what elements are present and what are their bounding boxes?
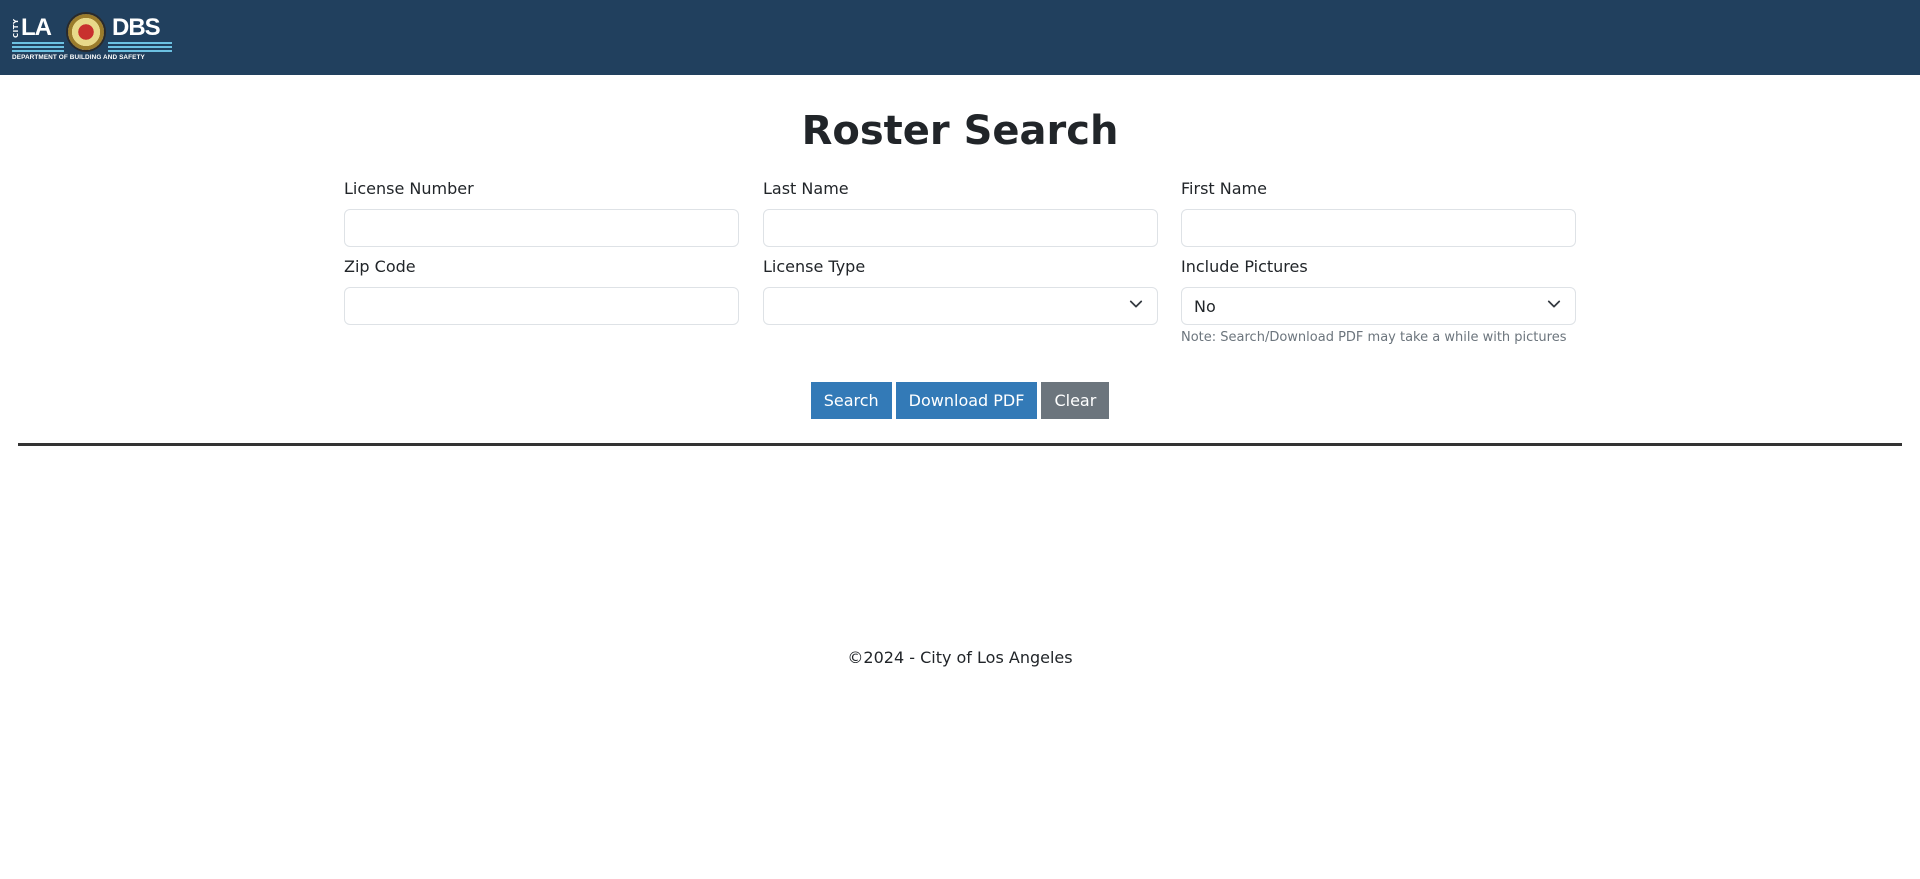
chevron-down-icon bbox=[1547, 300, 1561, 308]
license-number-label: License Number bbox=[344, 179, 474, 198]
download-pdf-button[interactable]: Download PDF bbox=[895, 382, 1038, 419]
page-title: Roster Search bbox=[801, 108, 1119, 154]
logo-la-text: LA bbox=[21, 14, 52, 41]
logo-dbs-text: DBS bbox=[112, 14, 161, 41]
logo-department-text: DEPARTMENT OF BUILDING AND SAFETY bbox=[12, 54, 145, 61]
chevron-down-icon bbox=[1129, 300, 1143, 308]
top-navbar: CITY LA DBS DEPARTMENT OF BUILDING AND S… bbox=[0, 0, 1920, 75]
include-pictures-label: Include Pictures bbox=[1181, 257, 1308, 276]
logo-stripes-right bbox=[108, 42, 172, 52]
zip-code-input[interactable] bbox=[344, 287, 739, 325]
clear-button[interactable]: Clear bbox=[1041, 382, 1110, 419]
last-name-group: Last Name bbox=[763, 178, 1158, 247]
first-name-group: First Name bbox=[1181, 178, 1576, 247]
zip-code-group: Zip Code bbox=[344, 256, 739, 325]
footer-copyright: ©2024 - City of Los Angeles bbox=[847, 648, 1073, 667]
zip-code-label: Zip Code bbox=[344, 257, 416, 276]
license-type-select[interactable] bbox=[763, 287, 1158, 325]
last-name-input[interactable] bbox=[763, 209, 1158, 247]
ladbs-logo[interactable]: CITY LA DBS DEPARTMENT OF BUILDING AND S… bbox=[12, 12, 172, 64]
include-pictures-group: Include Pictures No Note: Search/Downloa… bbox=[1181, 256, 1576, 345]
include-pictures-selected: No bbox=[1194, 296, 1216, 316]
last-name-label: Last Name bbox=[763, 179, 849, 198]
first-name-label: First Name bbox=[1181, 179, 1267, 198]
form-actions: Search Download PDF Clear bbox=[0, 382, 1920, 419]
logo-stripes-left bbox=[12, 42, 64, 52]
city-seal-icon bbox=[66, 12, 106, 52]
license-number-input[interactable] bbox=[344, 209, 739, 247]
license-number-group: License Number bbox=[344, 178, 739, 247]
section-divider bbox=[18, 443, 1902, 446]
license-type-group: License Type bbox=[763, 256, 1158, 325]
search-button[interactable]: Search bbox=[810, 382, 892, 419]
include-pictures-select[interactable]: No bbox=[1181, 287, 1576, 325]
logo-city-text: CITY bbox=[12, 18, 20, 38]
include-pictures-note: Note: Search/Download PDF may take a whi… bbox=[1181, 330, 1567, 345]
first-name-input[interactable] bbox=[1181, 209, 1576, 247]
license-type-label: License Type bbox=[763, 257, 866, 276]
